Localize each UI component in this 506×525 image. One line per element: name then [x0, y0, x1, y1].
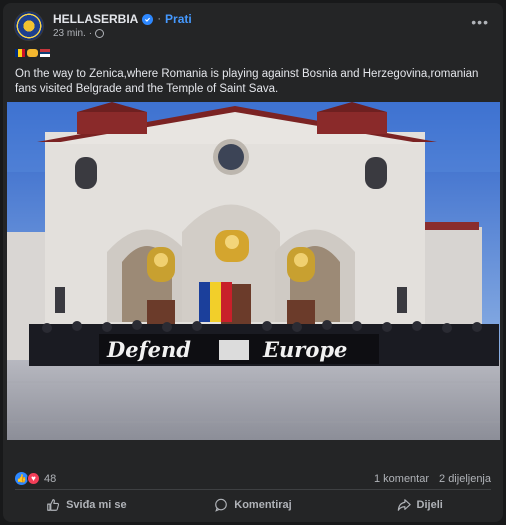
comment-label: Komentiraj	[234, 499, 292, 511]
page-avatar[interactable]	[14, 11, 44, 41]
share-icon	[397, 499, 411, 511]
serbia-flag-emoji	[40, 49, 50, 58]
page-name[interactable]: HELLASERBIA	[53, 12, 138, 26]
post-time[interactable]: 23 min.	[53, 28, 86, 39]
share-label: Dijeli	[416, 499, 443, 511]
handshake-emoji	[27, 49, 38, 57]
post-stats: 1 komentar 2 dijeljenja	[374, 473, 491, 485]
share-button[interactable]: Dijeli	[336, 491, 503, 519]
post-photo[interactable]: Defend Europe	[7, 102, 500, 440]
globe-icon	[95, 29, 105, 38]
post-card: HELLASERBIA · Prati 23 min. · ••• On the…	[3, 3, 503, 522]
comment-button[interactable]: Komentiraj	[170, 491, 337, 519]
banner-text-left: Defend	[106, 337, 191, 362]
verified-badge-icon	[142, 13, 154, 25]
comment-count[interactable]: 1 komentar	[374, 473, 429, 485]
share-count[interactable]: 2 dijeljenja	[439, 473, 491, 485]
divider	[15, 489, 491, 490]
follow-button[interactable]: Prati	[165, 12, 192, 26]
action-bar: Sviđa mi se Komentiraj Dijeli	[3, 491, 503, 519]
post-caption: On the way to Zenica,where Romania is pl…	[15, 68, 479, 95]
post-meta: 23 min. ·	[53, 28, 105, 39]
emoji-row	[15, 49, 50, 58]
meta-separator: ·	[88, 28, 93, 39]
love-reaction-icon: ♥	[27, 472, 40, 485]
reactions-summary[interactable]: 👍 ♥ 48	[15, 472, 56, 485]
like-button[interactable]: Sviđa mi se	[3, 491, 170, 519]
more-options-icon[interactable]: •••	[471, 14, 489, 30]
name-row: HELLASERBIA · Prati	[53, 11, 192, 27]
thumbs-up-icon	[47, 499, 60, 511]
banner-text-right: Europe	[262, 337, 347, 362]
romania-flag-emoji	[15, 49, 25, 57]
like-label: Sviđa mi se	[66, 499, 127, 511]
separator-dot: ·	[157, 13, 162, 25]
reaction-count: 48	[44, 472, 57, 485]
comment-icon	[215, 498, 228, 512]
post-header: HELLASERBIA · Prati 23 min. · •••	[3, 3, 503, 45]
